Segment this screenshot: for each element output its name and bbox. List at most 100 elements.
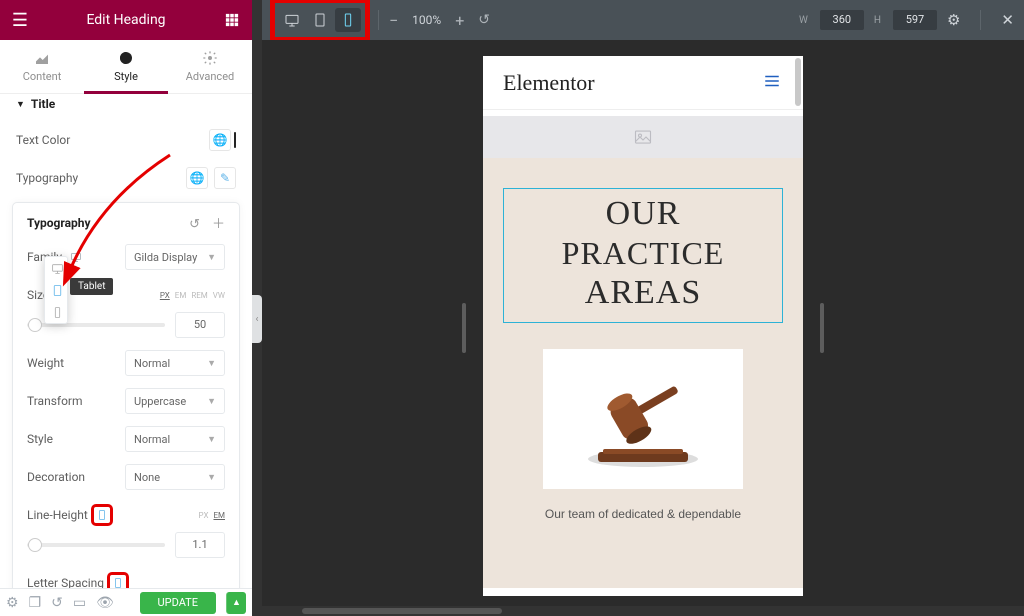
responsive-topbar: − 100% + ↺ W 360 H 597 ⚙ ✕ <box>262 0 1024 40</box>
transform-row: Transform Uppercase▼ <box>27 388 225 414</box>
heading-line-3: AREAS <box>508 274 778 312</box>
width-label: W <box>799 15 808 26</box>
letter-spacing-label: Letter Spacing <box>27 576 104 588</box>
device-tablet[interactable] <box>307 8 333 32</box>
globe-icon[interactable]: 🌐 <box>209 129 231 151</box>
heading-line-1: OUR <box>508 195 778 233</box>
text-color-label: Text Color <box>16 133 70 147</box>
responsive-device-popover <box>44 256 68 324</box>
chevron-down-icon: ▼ <box>207 434 216 445</box>
style-row: Style Normal▼ <box>27 426 225 452</box>
height-input[interactable]: 597 <box>893 10 937 30</box>
tagline-text: Our team of dedicated & dependable <box>483 507 803 521</box>
letter-spacing-row: Letter Spacing <box>27 574 225 588</box>
responsive-icon[interactable] <box>67 248 85 266</box>
family-select[interactable]: Gilda Display ▼ <box>125 244 225 270</box>
zoom-reset-button[interactable]: ↺ <box>478 12 490 28</box>
history-icon[interactable]: ↺ <box>51 595 63 611</box>
typography-row: Typography 🌐 ✎ <box>12 159 240 197</box>
size-slider-thumb[interactable] <box>28 318 42 332</box>
tab-content-label: Content <box>23 70 62 83</box>
image-placeholder[interactable] <box>483 116 803 158</box>
update-button[interactable]: UPDATE <box>140 592 216 614</box>
weight-select[interactable]: Normal▼ <box>125 350 225 376</box>
zoom-out-button[interactable]: − <box>389 11 398 30</box>
tab-style-label: Style <box>114 70 138 83</box>
edit-typography-button[interactable]: ✎ <box>214 167 236 189</box>
breakpoint-settings-icon[interactable]: ⚙ <box>947 11 960 29</box>
mobile-menu-button[interactable] <box>761 72 783 94</box>
caret-down-icon: ▼ <box>16 99 25 110</box>
device-switcher <box>272 0 368 40</box>
panel-header: ☰ Edit Heading <box>0 0 252 40</box>
line-height-units[interactable]: PX EM <box>199 511 225 520</box>
close-responsive-button[interactable]: ✕ <box>1001 11 1014 29</box>
add-button[interactable]: ＋ <box>212 217 225 232</box>
height-label: H <box>874 15 881 26</box>
panel-resize-handle[interactable]: ‹ <box>252 295 262 343</box>
settings-icon[interactable]: ⚙ <box>6 595 19 611</box>
widgets-button[interactable] <box>212 0 252 40</box>
responsive-mode-icon[interactable]: ▭ <box>73 595 86 611</box>
weight-label: Weight <box>27 356 64 370</box>
weight-row: Weight Normal▼ <box>27 350 225 376</box>
device-desktop-option[interactable] <box>45 257 69 279</box>
decoration-label: Decoration <box>27 470 85 484</box>
chevron-down-icon: ▼ <box>207 358 216 369</box>
line-height-row: Line-Height PX EM <box>27 506 225 524</box>
decoration-select[interactable]: None▼ <box>125 464 225 490</box>
zoom-in-button[interactable]: + <box>455 11 464 30</box>
preview-icon[interactable]: 👁 <box>96 595 114 611</box>
transform-label: Transform <box>27 394 83 408</box>
reset-button[interactable]: ↺ <box>189 217 200 232</box>
menu-toggle-button[interactable]: ☰ <box>0 0 40 40</box>
canvas-h-scrollbar[interactable] <box>262 606 1024 616</box>
typography-label: Typography <box>16 171 78 185</box>
size-units[interactable]: PX EM REM VW <box>160 291 225 300</box>
editor-panel: ☰ Edit Heading Content Style Advanced ▼ … <box>0 0 252 616</box>
device-mobile[interactable] <box>335 8 361 32</box>
mobile-preview: Elementor OUR PRACTICE AREAS <box>483 56 803 596</box>
letter-spacing-responsive-icon[interactable] <box>109 574 127 588</box>
chevron-down-icon: ▼ <box>207 396 216 407</box>
line-height-slider: 1.1 <box>27 532 225 558</box>
preview-resize-left[interactable] <box>462 303 466 353</box>
hero-section: OUR PRACTICE AREAS Our team of d <box>483 158 803 588</box>
panel-scroll: ▼ Title Text Color 🌐 Typography 🌐 ✎ Typo… <box>0 83 252 588</box>
preview-resize-right[interactable] <box>820 303 824 353</box>
text-color-swatch[interactable] <box>234 132 236 148</box>
style-select[interactable]: Normal▼ <box>125 426 225 452</box>
chevron-down-icon: ▼ <box>207 252 216 263</box>
tab-advanced-label: Advanced <box>186 70 234 83</box>
line-height-responsive-icon[interactable] <box>93 506 111 524</box>
line-height-label: Line-Height <box>27 508 88 522</box>
line-height-value[interactable]: 1.1 <box>175 532 225 558</box>
section-title[interactable]: ▼ Title <box>12 83 240 121</box>
gavel-image[interactable] <box>543 349 743 489</box>
device-tooltip: Tablet <box>70 278 113 295</box>
device-desktop[interactable] <box>279 8 305 32</box>
panel-footer: ⚙ ❐ ↺ ▭ 👁 UPDATE ▲ <box>0 588 252 616</box>
typography-popover-title: Typography <box>27 216 91 230</box>
heading-line-2: PRACTICE <box>508 235 778 272</box>
chevron-down-icon: ▼ <box>207 472 216 483</box>
preview-canvas: Elementor OUR PRACTICE AREAS <box>262 40 1024 616</box>
size-value[interactable]: 50 <box>175 312 225 338</box>
site-logo[interactable]: Elementor <box>503 70 595 96</box>
line-height-slider-track[interactable] <box>27 543 165 547</box>
panel-title: Edit Heading <box>40 12 212 28</box>
line-height-slider-thumb[interactable] <box>28 538 42 552</box>
heading-widget[interactable]: OUR PRACTICE AREAS <box>503 188 783 323</box>
site-header: Elementor <box>483 56 803 110</box>
preview-scrollbar[interactable] <box>795 58 801 106</box>
transform-select[interactable]: Uppercase▼ <box>125 388 225 414</box>
width-input[interactable]: 360 <box>820 10 864 30</box>
navigator-icon[interactable]: ❐ <box>29 595 42 611</box>
zoom-value: 100% <box>412 13 441 27</box>
update-dropdown[interactable]: ▲ <box>226 592 246 614</box>
decoration-row: Decoration None▼ <box>27 464 225 490</box>
globe-icon[interactable]: 🌐 <box>186 167 208 189</box>
text-color-row: Text Color 🌐 <box>12 121 240 159</box>
device-mobile-option[interactable] <box>45 301 69 323</box>
font-style-label: Style <box>27 432 53 446</box>
